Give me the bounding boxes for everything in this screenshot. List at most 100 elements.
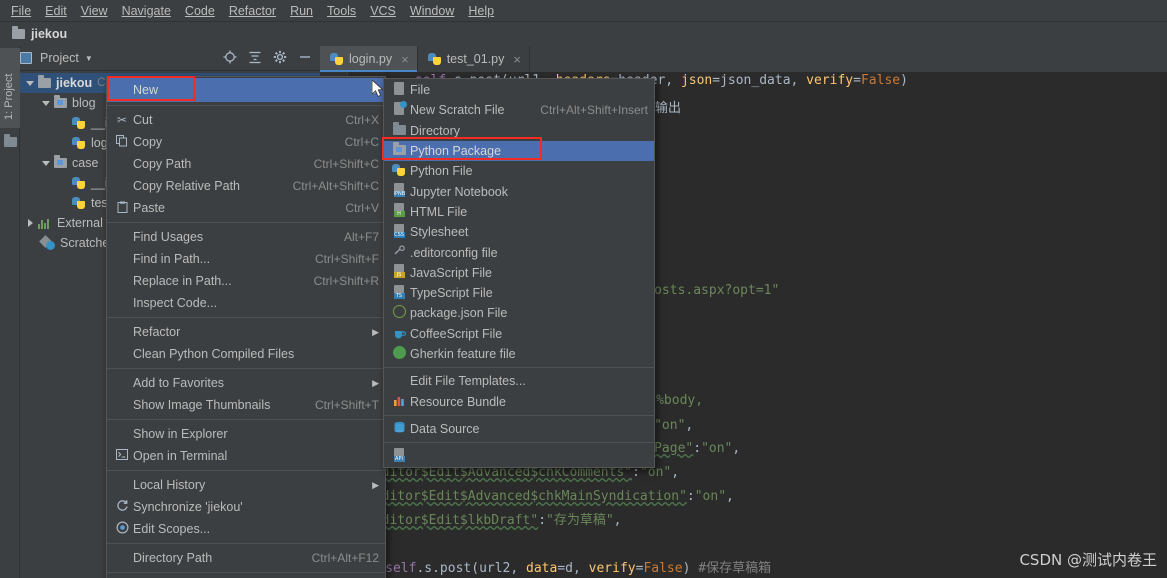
context-menu-item-clean-python-compiled-files[interactable]: Clean Python Compiled Files [107, 343, 385, 365]
tool-window-button-project[interactable]: 1: Project [0, 48, 20, 128]
refresh-icon [111, 499, 133, 515]
context-menu-item-find-in-path[interactable]: Find in Path... Ctrl+Shift+F [107, 248, 385, 270]
chevron-right-icon: ▶ [372, 326, 379, 337]
hide-window-icon[interactable] [298, 50, 312, 64]
context-menu-item-synchronize[interactable]: Synchronize 'jiekou' [107, 496, 385, 518]
editor-tab-login-py[interactable]: login.py × [320, 46, 418, 72]
tree-item-label: External l [57, 216, 110, 230]
menu-window[interactable]: Window [403, 2, 461, 20]
context-menu-item-copy[interactable]: Copy Ctrl+C [107, 131, 385, 153]
submenu-item-html-file[interactable]: H HTML File [384, 202, 654, 222]
close-icon[interactable]: × [401, 52, 409, 67]
tree-item-label: case [72, 156, 99, 170]
context-menu-item-refactor[interactable]: Refactor ▶ [107, 321, 385, 343]
menu-separator [384, 414, 654, 416]
menu-run[interactable]: Run [283, 2, 320, 20]
menu-separator [107, 470, 385, 471]
scratch-file-icon [388, 100, 410, 119]
chevron-down-icon[interactable]: ▼ [85, 54, 93, 63]
submenu-item-data-source[interactable]: Data Source [384, 419, 654, 439]
context-menu-item-find-usages[interactable]: Find Usages Alt+F7 [107, 226, 385, 248]
editor-tab-label: test_01.py [446, 52, 505, 66]
submenu-item-resource-bundle[interactable]: Resource Bundle [384, 391, 654, 411]
menu-navigate[interactable]: Navigate [115, 2, 178, 20]
chevron-right-icon[interactable] [26, 218, 35, 228]
collapse-all-icon[interactable] [248, 50, 262, 64]
submenu-item-jupyter-notebook[interactable]: IPNB Jupyter Notebook [384, 181, 654, 201]
submenu-item-gherkin-feature-file[interactable]: Gherkin feature file [384, 344, 654, 364]
submenu-item-directory[interactable]: Directory [384, 121, 654, 141]
submenu-item-package-json-file[interactable]: package.json File [384, 303, 654, 323]
close-icon[interactable]: × [513, 52, 521, 67]
context-menu-item-cut[interactable]: ✂ Cut Ctrl+X [107, 109, 385, 131]
submenu-item-label: Data Source [410, 421, 480, 436]
submenu-item-file[interactable]: File [384, 80, 654, 100]
python-file-icon [72, 176, 86, 190]
context-menu-item-new[interactable]: New ▶ [107, 78, 385, 102]
menu-refactor[interactable]: Refactor [222, 2, 283, 20]
submenu-item-coffeescript-file[interactable]: CoffeeScript File [384, 324, 654, 344]
submenu-item-javascript-file[interactable]: JS JavaScript File [384, 263, 654, 283]
menu-view[interactable]: View [74, 2, 115, 20]
context-menu-item-replace-in-path[interactable]: Replace in Path... Ctrl+Shift+R [107, 270, 385, 292]
context-menu-item-inspect-code[interactable]: Inspect Code... [107, 292, 385, 314]
submenu-item-new-scratch-file[interactable]: New Scratch File Ctrl+Alt+Shift+Insert [384, 100, 654, 120]
context-menu-item-paste[interactable]: Paste Ctrl+V [107, 197, 385, 219]
navigation-bar: jiekou [0, 22, 1167, 46]
menu-help[interactable]: Help [461, 2, 501, 20]
context-menu-item-open-in-terminal[interactable]: Open in Terminal [107, 445, 385, 467]
context-menu-item-label: Clean Python Compiled Files [133, 347, 295, 361]
context-menu-item-show-in-explorer[interactable]: Show in Explorer [107, 423, 385, 445]
chevron-down-icon[interactable] [42, 159, 51, 168]
context-menu-item-local-history[interactable]: Local History ▶ [107, 474, 385, 496]
submenu-item-python-file[interactable]: Python File [384, 161, 654, 181]
code-line: r2 = self.s.post(url2, data=d, verify=Fa… [346, 561, 772, 576]
chevron-down-icon[interactable] [42, 99, 51, 108]
menu-code[interactable]: Code [178, 2, 222, 20]
submenu-item-python-package[interactable]: Python Package [384, 140, 654, 162]
submenu-item-label: File [410, 83, 431, 98]
context-menu-item-shortcut: Ctrl+Shift+T [314, 398, 379, 412]
chevron-down-icon[interactable] [26, 79, 35, 88]
submenu-item-label: Gherkin feature file [410, 347, 516, 361]
submenu-item-edit-file-templates[interactable]: Edit File Templates... [384, 371, 654, 391]
editor-tab-test-01-py[interactable]: test_01.py × [418, 46, 530, 72]
breadcrumb-project-name[interactable]: jiekou [31, 27, 67, 41]
context-menu-item-label: Cut [133, 113, 153, 127]
menu-window-label: Window [409, 3, 455, 18]
watermark: CSDN @测试内卷王 [1019, 551, 1157, 569]
menu-edit[interactable]: Edit [38, 2, 74, 20]
context-menu-item-edit-scopes[interactable]: Edit Scopes... [107, 518, 385, 540]
context-menu-item-copy-relative-path[interactable]: Copy Relative Path Ctrl+Alt+Shift+C [107, 175, 385, 197]
submenu-item-stylesheet[interactable]: CSS Stylesheet [384, 222, 654, 242]
project-panel-header: Project ▼ [20, 46, 320, 71]
submenu-item-typescript-file[interactable]: TS TypeScript File [384, 283, 654, 303]
submenu-item-shortcut: Ctrl+Alt+Shift+Insert [540, 103, 648, 118]
context-menu-item-add-to-favorites[interactable]: Add to Favorites ▶ [107, 372, 385, 394]
submenu-item-label: TypeScript File [410, 286, 493, 301]
context-menu-item-shortcut: Ctrl+Shift+R [313, 274, 379, 288]
menu-tools[interactable]: Tools [320, 2, 363, 20]
context-menu-item-label: Copy Relative Path [133, 179, 241, 193]
menu-vcs[interactable]: VCS [363, 2, 403, 20]
menu-run-label: Run [290, 3, 313, 18]
menu-refactor-label: Refactor [228, 3, 277, 18]
python-file-icon [427, 52, 442, 66]
context-menu-item-copy-path[interactable]: Copy Path Ctrl+Shift+C [107, 153, 385, 175]
library-icon [38, 217, 52, 229]
tree-item-location: C [97, 77, 106, 89]
menu-tools-label: Tools [327, 3, 357, 18]
gear-icon[interactable] [273, 50, 287, 64]
coffee-icon [388, 326, 410, 342]
locate-icon[interactable] [223, 50, 237, 64]
structure-folder-icon[interactable] [4, 134, 17, 152]
context-menu-item-directory-path[interactable]: Directory Path Ctrl+Alt+F12 [107, 547, 385, 569]
context-menu-item-label: Copy Path [133, 157, 192, 171]
submenu-item-http-request[interactable]: API [384, 446, 654, 466]
menu-file[interactable]: File [4, 2, 38, 20]
menu-separator [384, 367, 654, 369]
css-icon: CSS [388, 223, 410, 241]
context-menu-item-show-image-thumbnails[interactable]: Show Image Thumbnails Ctrl+Shift+T [107, 394, 385, 416]
submenu-item-label: Stylesheet [410, 225, 469, 240]
submenu-item-editorconfig-file[interactable]: .editorconfig file [384, 242, 654, 262]
